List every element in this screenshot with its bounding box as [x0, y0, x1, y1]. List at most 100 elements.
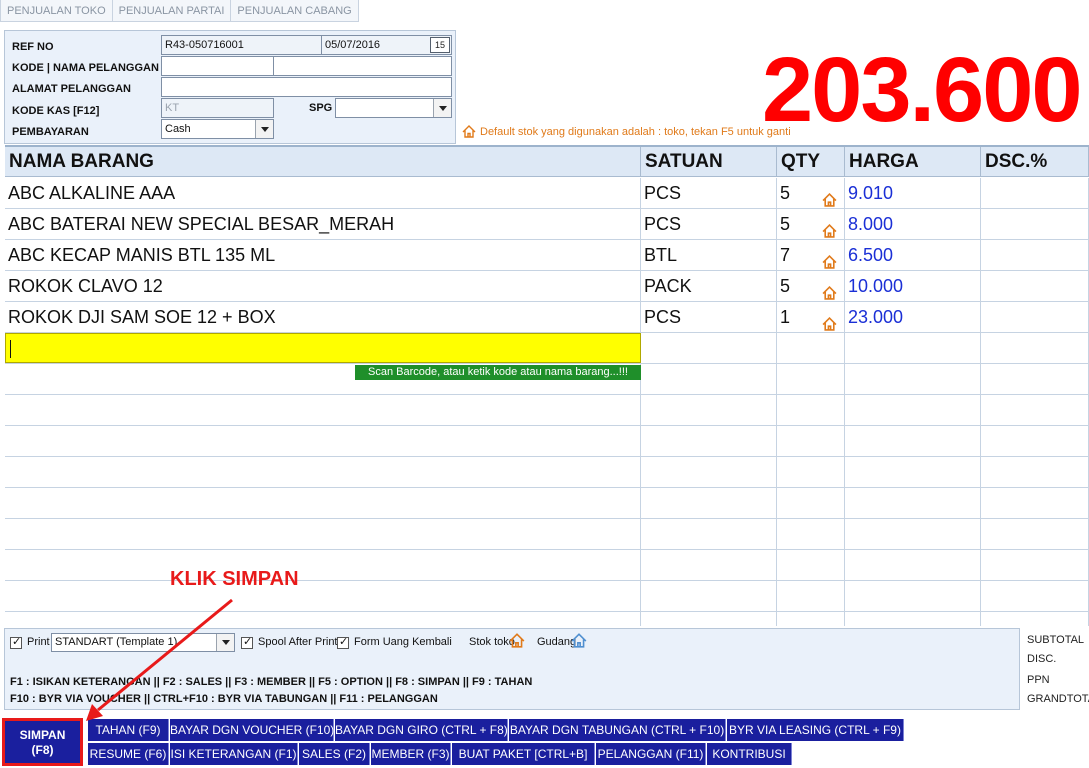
- cell-dsc[interactable]: [981, 426, 1089, 457]
- cell-dsc[interactable]: [981, 395, 1089, 426]
- cell-dsc[interactable]: [981, 612, 1089, 626]
- cell-dsc[interactable]: [981, 178, 1089, 209]
- cell-nama[interactable]: ROKOK DJI SAM SOE 12 + BOX: [5, 302, 641, 333]
- cell-harga[interactable]: 6.500: [845, 240, 981, 271]
- cell-qty[interactable]: 1: [777, 302, 845, 333]
- cell-harga[interactable]: 10.000: [845, 271, 981, 302]
- kode-kas-field[interactable]: KT: [161, 98, 274, 118]
- simpan-button[interactable]: SIMPAN (F8): [2, 718, 83, 766]
- bayar-giro-button[interactable]: BAYAR DGN GIRO (CTRL + F8): [335, 719, 508, 741]
- tab-penjualan-toko[interactable]: PENJUALAN TOKO: [0, 0, 113, 22]
- cell-qty[interactable]: [777, 581, 845, 612]
- chevron-down-icon[interactable]: [433, 99, 451, 117]
- cell-nama[interactable]: ABC ALKALINE AAA: [5, 178, 641, 209]
- spool-checkbox[interactable]: [241, 635, 253, 649]
- alamat-field[interactable]: [161, 77, 452, 97]
- bayar-tabungan-button[interactable]: BAYAR DGN TABUNGAN (CTRL + F10): [509, 719, 726, 741]
- cell-satuan[interactable]: [641, 426, 777, 457]
- cell-nama[interactable]: ROKOK CLAVO 12: [5, 271, 641, 302]
- isi-keterangan-button[interactable]: ISI KETERANGAN (F1): [170, 743, 298, 765]
- cell-dsc[interactable]: [981, 488, 1089, 519]
- kontribusi-button[interactable]: KONTRIBUSI: [707, 743, 792, 765]
- col-harga[interactable]: HARGA: [845, 147, 981, 177]
- bayar-voucher-button[interactable]: BAYAR DGN VOUCHER (F10): [170, 719, 334, 741]
- cell-qty[interactable]: 7: [777, 240, 845, 271]
- pelanggan-button[interactable]: PELANGGAN (F11): [596, 743, 706, 765]
- cell-nama[interactable]: ABC BATERAI NEW SPECIAL BESAR_MERAH: [5, 209, 641, 240]
- tahan-button[interactable]: TAHAN (F9): [88, 719, 169, 741]
- sales-button[interactable]: SALES (F2): [299, 743, 370, 765]
- calendar-icon[interactable]: 15: [430, 37, 450, 53]
- cell-harga[interactable]: [845, 581, 981, 612]
- cell-qty[interactable]: 5: [777, 178, 845, 209]
- form-uang-checkbox[interactable]: [337, 635, 349, 649]
- ref-no-field[interactable]: R43-050716001: [161, 35, 322, 55]
- cell-satuan[interactable]: [641, 612, 777, 626]
- cell-qty[interactable]: [777, 457, 845, 488]
- cell-dsc[interactable]: [981, 209, 1089, 240]
- chevron-down-icon[interactable]: [255, 120, 273, 138]
- cell-satuan[interactable]: [641, 457, 777, 488]
- col-satuan[interactable]: SATUAN: [641, 147, 777, 177]
- cell-harga[interactable]: [845, 457, 981, 488]
- cell-dsc[interactable]: [981, 550, 1089, 581]
- spg-select[interactable]: [335, 98, 452, 118]
- tab-penjualan-cabang[interactable]: PENJUALAN CABANG: [231, 0, 359, 22]
- cell-nama[interactable]: [5, 395, 641, 426]
- cell-satuan[interactable]: [641, 395, 777, 426]
- buat-paket-button[interactable]: BUAT PAKET [CTRL+B]: [452, 743, 595, 765]
- cell-dsc[interactable]: [981, 240, 1089, 271]
- cell-qty[interactable]: 5: [777, 271, 845, 302]
- cell-harga[interactable]: [845, 395, 981, 426]
- cell-satuan[interactable]: [641, 488, 777, 519]
- cell-satuan[interactable]: PACK: [641, 271, 777, 302]
- cell-harga[interactable]: [845, 612, 981, 626]
- cell-harga[interactable]: [845, 364, 981, 395]
- cell-qty[interactable]: [777, 488, 845, 519]
- cell-qty[interactable]: [777, 519, 845, 550]
- leasing-button[interactable]: BYR VIA LEASING (CTRL + F9): [727, 719, 904, 741]
- resume-button[interactable]: RESUME (F6): [88, 743, 169, 765]
- col-qty[interactable]: QTY: [777, 147, 845, 177]
- cell-nama[interactable]: [5, 550, 641, 581]
- cell-satuan[interactable]: BTL: [641, 240, 777, 271]
- chevron-down-icon[interactable]: [216, 634, 234, 651]
- cell-satuan[interactable]: [641, 519, 777, 550]
- tab-penjualan-partai[interactable]: PENJUALAN PARTAI: [112, 0, 232, 22]
- cell-nama[interactable]: [5, 519, 641, 550]
- table-row[interactable]: ROKOK CLAVO 12 PACK 5 10.000: [5, 271, 1089, 302]
- cell-dsc[interactable]: [981, 581, 1089, 612]
- cell-harga[interactable]: [845, 550, 981, 581]
- cell-qty[interactable]: [777, 364, 845, 395]
- table-row[interactable]: ABC KECAP MANIS BTL 135 ML BTL 7 6.500: [5, 240, 1089, 271]
- cell-qty[interactable]: [777, 333, 845, 364]
- home-icon[interactable]: [509, 633, 525, 648]
- cell-satuan[interactable]: PCS: [641, 178, 777, 209]
- cell-harga[interactable]: 9.010: [845, 178, 981, 209]
- cell-nama[interactable]: ABC KECAP MANIS BTL 135 ML: [5, 240, 641, 271]
- pembayaran-select[interactable]: Cash: [161, 119, 274, 139]
- cell-harga[interactable]: 23.000: [845, 302, 981, 333]
- cell-satuan[interactable]: PCS: [641, 302, 777, 333]
- cell-harga[interactable]: 8.000: [845, 209, 981, 240]
- cell-harga[interactable]: [845, 426, 981, 457]
- cell-qty[interactable]: [777, 426, 845, 457]
- barcode-input[interactable]: [5, 333, 641, 363]
- col-dsc[interactable]: DSC.%: [981, 147, 1089, 177]
- cell-qty[interactable]: 5: [777, 209, 845, 240]
- cell-harga[interactable]: [845, 519, 981, 550]
- cell-harga[interactable]: [845, 333, 981, 364]
- nama-pelanggan-field[interactable]: [273, 56, 452, 76]
- cell-nama[interactable]: [5, 457, 641, 488]
- cell-qty[interactable]: [777, 395, 845, 426]
- print-checkbox[interactable]: [10, 635, 22, 649]
- warehouse-icon[interactable]: [571, 633, 587, 648]
- cell-qty[interactable]: [777, 550, 845, 581]
- cell-nama[interactable]: [5, 612, 641, 626]
- cell-dsc[interactable]: [981, 333, 1089, 364]
- cell-satuan[interactable]: [641, 581, 777, 612]
- table-row[interactable]: ABC BATERAI NEW SPECIAL BESAR_MERAH PCS 5 8…: [5, 209, 1089, 240]
- cell-nama[interactable]: [5, 426, 641, 457]
- cell-qty[interactable]: [777, 612, 845, 626]
- cell-harga[interactable]: [845, 488, 981, 519]
